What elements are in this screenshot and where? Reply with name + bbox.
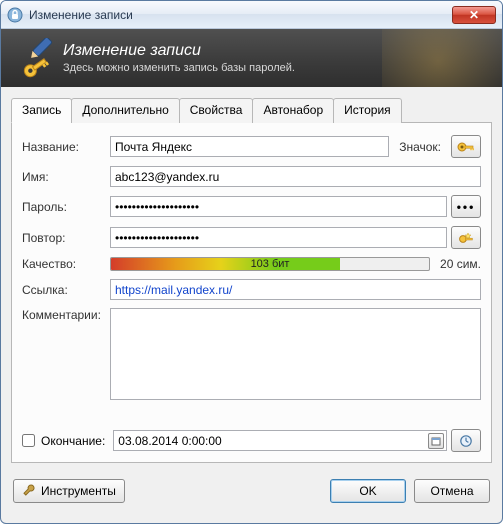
repeat-password-field[interactable]	[110, 227, 447, 248]
label-name: Название:	[22, 140, 110, 154]
quality-bar: 103 бит	[110, 257, 430, 271]
label-quality: Качество:	[22, 257, 110, 271]
tab-entry[interactable]: Запись	[11, 98, 72, 123]
label-icon: Значок:	[399, 140, 441, 154]
calendar-icon	[431, 436, 441, 446]
expiry-datetime-field[interactable]: 03.08.2014 0:00:00	[113, 430, 447, 451]
expiry-value: 03.08.2014 0:00:00	[118, 434, 428, 448]
toggle-password-button[interactable]: •••	[451, 195, 481, 218]
tab-autotype[interactable]: Автонабор	[252, 98, 334, 123]
key-icon	[457, 140, 475, 154]
expiry-preset-button[interactable]	[451, 429, 481, 452]
expiry-dropdown-button[interactable]	[428, 433, 444, 449]
header-texts: Изменение записи Здесь можно изменить за…	[63, 42, 295, 74]
quality-fill	[111, 258, 340, 270]
label-repeat: Повтор:	[22, 231, 110, 245]
header-title: Изменение записи	[63, 42, 295, 60]
generate-password-button[interactable]	[451, 226, 481, 249]
tab-history[interactable]: История	[333, 98, 402, 123]
close-icon: ✕	[469, 8, 479, 22]
titlebar: Изменение записи ✕	[1, 1, 502, 29]
label-comments: Комментарии:	[22, 308, 110, 322]
dialog-footer: Инструменты OK Отмена	[1, 471, 502, 515]
quality-bits: 103 бит	[251, 258, 290, 270]
dots-icon: •••	[457, 200, 476, 214]
header-subtitle: Здесь можно изменить запись базы паролей…	[63, 62, 295, 74]
quality-char-count: 20 сим.	[440, 257, 481, 271]
close-button[interactable]: ✕	[452, 6, 496, 24]
name-field[interactable]	[110, 136, 389, 157]
tools-button[interactable]: Инструменты	[13, 479, 125, 503]
tab-advanced[interactable]: Дополнительно	[71, 98, 179, 123]
password-field[interactable]	[110, 196, 447, 217]
tabs: Запись Дополнительно Свойства Автонабор …	[11, 97, 492, 123]
url-field[interactable]	[110, 279, 481, 300]
label-url: Ссылка:	[22, 283, 110, 297]
username-field[interactable]	[110, 166, 481, 187]
dialog-window: Изменение записи ✕ Изменение записи	[0, 0, 503, 524]
cancel-button[interactable]: Отмена	[414, 479, 490, 503]
entry-panel: Название: Значок: Имя: Пароль: •••	[11, 123, 492, 463]
label-password: Пароль:	[22, 200, 110, 214]
tab-properties[interactable]: Свойства	[179, 98, 254, 123]
icon-picker-button[interactable]	[451, 135, 481, 158]
header-band: Изменение записи Здесь можно изменить за…	[1, 29, 502, 87]
window-title: Изменение записи	[29, 8, 452, 22]
ok-button[interactable]: OK	[330, 479, 406, 503]
comments-field[interactable]	[110, 308, 481, 400]
label-username: Имя:	[22, 170, 110, 184]
wrench-icon	[22, 484, 36, 498]
key-pencil-icon	[13, 38, 53, 78]
expiry-checkbox[interactable]	[22, 434, 35, 447]
app-lock-icon	[7, 7, 23, 23]
keygen-icon	[458, 231, 474, 245]
tools-label: Инструменты	[41, 484, 116, 498]
clock-icon	[458, 434, 474, 448]
label-expires: Окончание:	[41, 434, 105, 448]
